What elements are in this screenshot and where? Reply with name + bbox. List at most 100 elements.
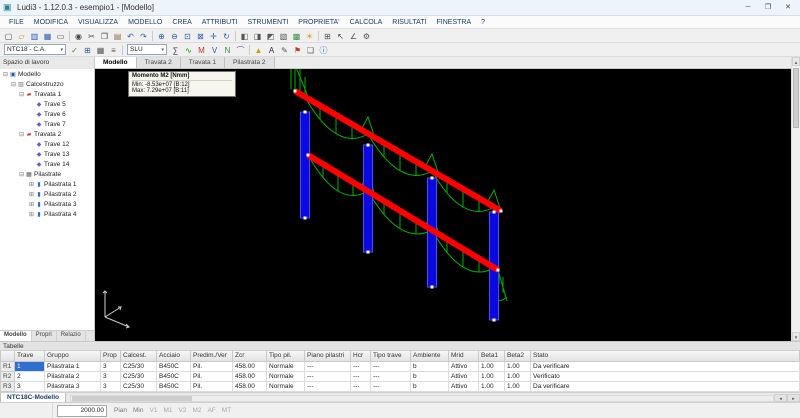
row-header[interactable]: R2 [0,370,15,382]
menu-file[interactable]: FILE [4,18,29,27]
grid-icon[interactable]: ⊞ [321,30,334,42]
col-header[interactable]: Stato [530,351,800,362]
scroll-up-icon[interactable]: ▲ [792,57,800,66]
cell[interactable]: b [410,380,449,392]
cell[interactable]: Normale [266,380,305,392]
cell[interactable]: Pilastrata 3 [44,380,101,392]
menu-crea[interactable]: CREA [167,18,196,27]
cell[interactable]: 458.00 [232,360,267,372]
col-header[interactable]: Calcest. [120,351,157,362]
col-header[interactable]: Prop [100,351,121,362]
col-header[interactable]: Tipo trave [370,351,411,362]
scroll-right-icon[interactable]: ▸ [787,393,800,402]
menu-visualizza[interactable]: VISUALIZZA [73,18,123,27]
status-v1[interactable]: V1 [147,407,161,414]
zoom-in-icon[interactable]: ⊕ [155,30,168,42]
tree-expander-icon[interactable]: ⊞ [28,181,35,188]
tree-expander-icon[interactable]: ⊟ [10,81,17,88]
view-tab-travata-2[interactable]: Travata 2 [136,57,181,68]
col-header[interactable]: Trave [14,351,45,362]
menu-proprieta[interactable]: PROPRIETA' [293,18,344,27]
status-m2[interactable]: M2 [189,407,204,414]
cell[interactable]: C25/30 [120,360,157,372]
cell[interactable]: --- [304,370,351,382]
tree-item-trave-7[interactable]: ◆ Trave 7 [0,119,94,129]
menu-modello[interactable]: MODELLO [123,18,167,27]
tree-item-trave-6[interactable]: ◆ Trave 6 [0,109,94,119]
tree-expander-icon[interactable]: ⊟ [2,71,9,78]
cell[interactable]: 458.00 [232,380,267,392]
orbit-icon[interactable]: ↻ [220,30,233,42]
save-icon[interactable]: ▥ [28,30,41,42]
labels-icon[interactable]: A [265,44,278,56]
slu-combo[interactable]: SLU ▾ [127,44,167,55]
cell[interactable]: B450C [156,360,191,372]
col-header[interactable]: Predim./Ver [190,351,233,362]
view-tab-modello[interactable]: Modello [95,57,137,68]
table-row[interactable]: R3 3 Pilastrata 3 3 C25/30 B450C Pil. 45… [0,380,800,392]
cell[interactable]: B450C [156,370,191,382]
tree-expander-icon[interactable]: ⊟ [18,171,25,178]
tree-item-trave-5[interactable]: ◆ Trave 5 [0,99,94,109]
tree-item-pilastrata-3[interactable]: ⊞ ▮ Pilastrata 3 [0,199,94,209]
open-folder-icon[interactable]: ▱ [15,30,28,42]
tree-item-modello[interactable]: ⊟ ▣ Modello [0,69,94,79]
cell[interactable]: b [410,370,449,382]
menu-modifica[interactable]: MODIFICA [29,18,73,27]
tree-item-trave-14[interactable]: ◆ Trave 14 [0,159,94,169]
pan-icon[interactable]: ✛ [207,30,220,42]
col-header[interactable]: Hcr [350,351,371,362]
cell[interactable]: Pilastrata 1 [44,360,101,372]
cell[interactable]: 1.00 [504,360,531,372]
load-combinations-icon[interactable]: ⊞ [81,44,94,56]
cell[interactable]: 1.00 [504,370,531,382]
scroll-left-icon[interactable]: ◂ [774,393,787,402]
zoom-extents-icon[interactable]: ⊠ [194,30,207,42]
info-icon[interactable]: ⓘ [317,44,330,56]
cell[interactable]: --- [350,360,371,372]
tree-item-pilastrata-1[interactable]: ⊞ ▮ Pilastrata 1 [0,179,94,189]
view-tab-pilastrata-2[interactable]: Pilastrata 2 [225,57,275,68]
cell[interactable]: Normale [266,370,305,382]
cell[interactable]: Attivo [448,360,479,372]
deformed-shape-icon[interactable]: ⌒ [234,44,247,56]
print-icon[interactable]: ▭ [54,30,67,42]
cell[interactable]: 1.00 [478,380,505,392]
table-row[interactable]: R2 2 Pilastrata 2 3 C25/30 B450C Pil. 45… [0,370,800,382]
options-gear-icon[interactable]: ⚙ [360,30,373,42]
status-af[interactable]: AF [204,407,218,414]
minimize-button[interactable]: ─ [738,1,758,15]
flag-icon[interactable]: ⚑ [291,44,304,56]
col-header[interactable]: Beta2 [504,351,531,362]
cell[interactable]: --- [304,360,351,372]
status-pian[interactable]: Pian [111,407,130,414]
cell[interactable]: Pil. [190,360,233,372]
cell[interactable]: 1.00 [478,370,505,382]
menu-attributi[interactable]: ATTRIBUTI [197,18,243,27]
col-header[interactable]: Zcr [232,351,267,362]
cell[interactable]: Pil. [190,370,233,382]
cell[interactable]: Normale [266,360,305,372]
horizontal-scrollbar[interactable] [70,394,774,402]
cut-icon[interactable]: ✂ [85,30,98,42]
copy-icon[interactable]: ❐ [98,30,111,42]
tree-item-travata-1[interactable]: ⊟ ▰ Travata 1 [0,89,94,99]
tree-expander-icon[interactable]: ⊞ [28,191,35,198]
tree-item-trave-13[interactable]: ◆ Trave 13 [0,149,94,159]
diagram-icon[interactable]: ∿ [182,44,195,56]
envelope-icon[interactable]: ▲ [252,44,265,56]
col-header[interactable]: Gruppo [44,351,101,362]
tree-expander-icon[interactable]: ⊞ [28,211,35,218]
zoom-window-icon[interactable]: ⊡ [181,30,194,42]
check-model-icon[interactable]: ✓ [68,44,81,56]
cell[interactable]: 1.00 [504,380,531,392]
cell[interactable]: Pil. [190,380,233,392]
tree-item-pilastrata-2[interactable]: ⊞ ▮ Pilastrata 2 [0,189,94,199]
col-header[interactable]: Acciaio [156,351,191,362]
cell[interactable]: Pilastrata 2 [44,370,101,382]
tree-item-calcestruzzo[interactable]: ⊟ ▧ Calcestruzzo [0,79,94,89]
undo-icon[interactable]: ↶ [124,30,137,42]
cell[interactable]: 2 [14,370,45,382]
close-button[interactable]: ✕ [778,1,798,15]
view-iso-icon[interactable]: ◩ [264,30,277,42]
